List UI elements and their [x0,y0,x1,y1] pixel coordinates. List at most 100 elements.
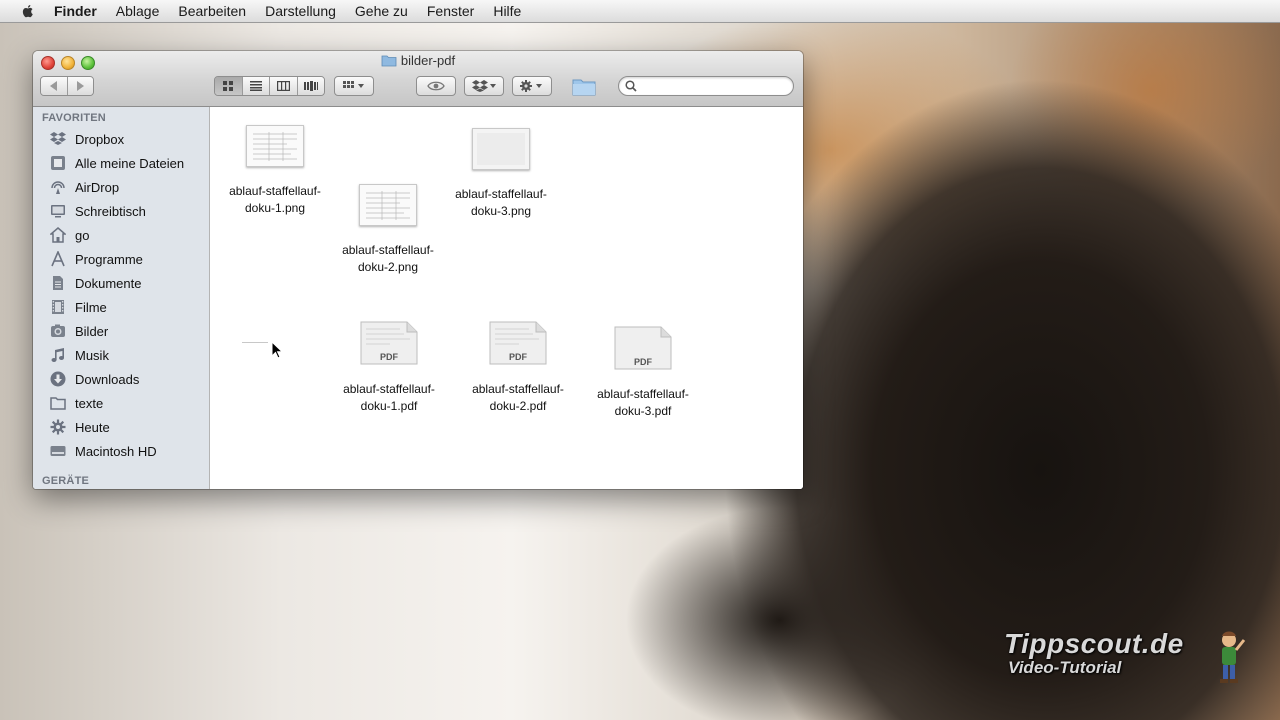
search-input[interactable] [641,79,790,95]
sidebar-header-favorites: FAVORITEN [42,112,106,124]
file-name-line2: doku-3.pdf [614,404,672,418]
arrange-button[interactable] [334,76,374,96]
sidebar-item-dropbox[interactable]: Dropbox [50,128,124,150]
sidebar-item-macintosh-hd[interactable]: Macintosh HD [50,440,157,462]
watermark-title: Tippscout.de [1004,628,1184,659]
column-view-icon [276,81,290,91]
sidebar-item-downloads[interactable]: Downloads [50,368,139,390]
sidebar: FAVORITEN Dropbox Alle meine Dateien Air… [33,107,210,489]
sidebar-item-label: Downloads [75,371,140,387]
sidebar-item-label: Bilder [75,323,109,339]
menu-ablage[interactable]: Ablage [116,3,160,19]
sidebar-item-label: Dropbox [75,131,125,147]
menu-gehe-zu[interactable]: Gehe zu [355,3,408,19]
menu-bar: Finder Ablage Bearbeiten Darstellung Geh… [0,0,1280,23]
list-view-button[interactable] [242,77,270,95]
pdf-badge: PDF [634,357,652,367]
mouse-pointer-icon [271,341,283,359]
icon-view-button[interactable] [215,77,243,95]
arrange-icon [343,81,364,88]
sidebar-item-programme[interactable]: Programme [50,248,143,270]
file-item[interactable]: ablauf-staffellauf- doku-1.png [215,125,335,217]
sidebar-item-bilder[interactable]: Bilder [50,320,108,342]
all-files-icon [50,155,66,171]
folder-icon [381,55,397,67]
search-field[interactable] [618,76,794,96]
sidebar-item-go[interactable]: go [50,224,89,246]
watermark: Tippscout.de Video-Tutorial [1004,628,1184,678]
music-icon [50,347,66,363]
sidebar-item-schreibtisch[interactable]: Schreibtisch [50,200,146,222]
sidebar-item-alle-meine-dateien[interactable]: Alle meine Dateien [50,152,184,174]
file-item[interactable]: PDF ablauf-staffellauf- doku-2.pdf [458,321,578,415]
downloads-icon [50,371,66,387]
sidebar-item-airdrop[interactable]: AirDrop [50,176,119,198]
sidebar-item-texte[interactable]: texte [50,392,103,414]
nav-buttons [40,76,94,96]
gear-icon [520,80,542,92]
column-view-button[interactable] [270,77,298,95]
file-item[interactable]: ablauf-staffellauf- doku-3.png [441,128,561,220]
smart-folder-icon [50,419,66,435]
pdf-document-icon: PDF [360,321,418,365]
png-thumbnail-icon [472,128,530,170]
back-arrow-icon [49,81,57,91]
pdf-document-icon: PDF [614,326,672,370]
menu-bearbeiten[interactable]: Bearbeiten [178,3,246,19]
file-name-line1: ablauf-staffellauf- [342,243,434,257]
sidebar-item-musik[interactable]: Musik [50,344,109,366]
apple-icon[interactable] [20,3,36,19]
sidebar-header-devices: GERÄTE [42,475,90,487]
list-view-icon [249,81,262,91]
new-folder-button[interactable] [572,77,596,96]
file-item[interactable]: PDF ablauf-staffellauf- doku-3.pdf [583,326,703,420]
file-name-line2: doku-2.pdf [489,399,547,413]
eye-icon [427,81,445,91]
forward-arrow-icon [77,81,85,91]
folder-icon [572,79,596,96]
menu-fenster[interactable]: Fenster [427,3,474,19]
sidebar-item-label: Musik [75,347,109,363]
action-button[interactable] [512,76,552,96]
file-name-line2: doku-2.png [357,260,419,274]
png-thumbnail-icon [246,125,304,167]
sidebar-item-dokumente[interactable]: Dokumente [50,272,141,294]
back-button[interactable] [41,77,68,95]
forward-button[interactable] [67,77,93,95]
dropbox-icon [50,131,66,147]
sidebar-item-label: AirDrop [75,179,120,195]
view-mode-buttons [214,76,325,96]
sidebar-item-label: Alle meine Dateien [75,155,185,171]
sidebar-item-label: Schreibtisch [75,203,146,219]
sidebar-item-label: Filme [75,299,107,315]
finder-window: bilder-pdf FAVORITEN Dropbox Alle meine … [33,51,803,489]
sidebar-item-heute[interactable]: Heute [50,416,110,438]
sidebar-item-label: Programme [75,251,143,267]
pictures-icon [50,323,66,339]
menu-finder[interactable]: Finder [54,3,97,19]
folder-icon [50,395,66,411]
sidebar-item-label: Heute [75,419,110,435]
coverflow-view-icon [303,81,318,91]
file-area: ablauf-staffellauf- doku-1.png ablauf-st… [210,107,803,489]
airdrop-icon [50,179,66,195]
mascot-icon [1220,631,1246,683]
pdf-badge: PDF [509,352,527,362]
file-item[interactable]: PDF ablauf-staffellauf- doku-1.pdf [329,321,449,415]
dropbox-button[interactable] [464,76,504,96]
icon-view-icon [222,80,233,91]
window-toolbar: bilder-pdf [33,51,803,107]
file-name-line2: doku-1.pdf [360,399,418,413]
sidebar-item-filme[interactable]: Filme [50,296,107,318]
menu-hilfe[interactable]: Hilfe [493,3,521,19]
file-item[interactable]: ablauf-staffellauf- doku-2.png [328,184,448,276]
drag-indicator [242,342,268,343]
quick-look-button[interactable] [416,76,456,96]
file-name-line1: ablauf-staffellauf- [455,187,547,201]
sidebar-item-label: go [75,227,90,243]
documents-icon [50,275,66,291]
applications-icon [50,251,66,267]
coverflow-view-button[interactable] [297,77,324,95]
window-title-text: bilder-pdf [400,53,456,68]
menu-darstellung[interactable]: Darstellung [265,3,336,19]
